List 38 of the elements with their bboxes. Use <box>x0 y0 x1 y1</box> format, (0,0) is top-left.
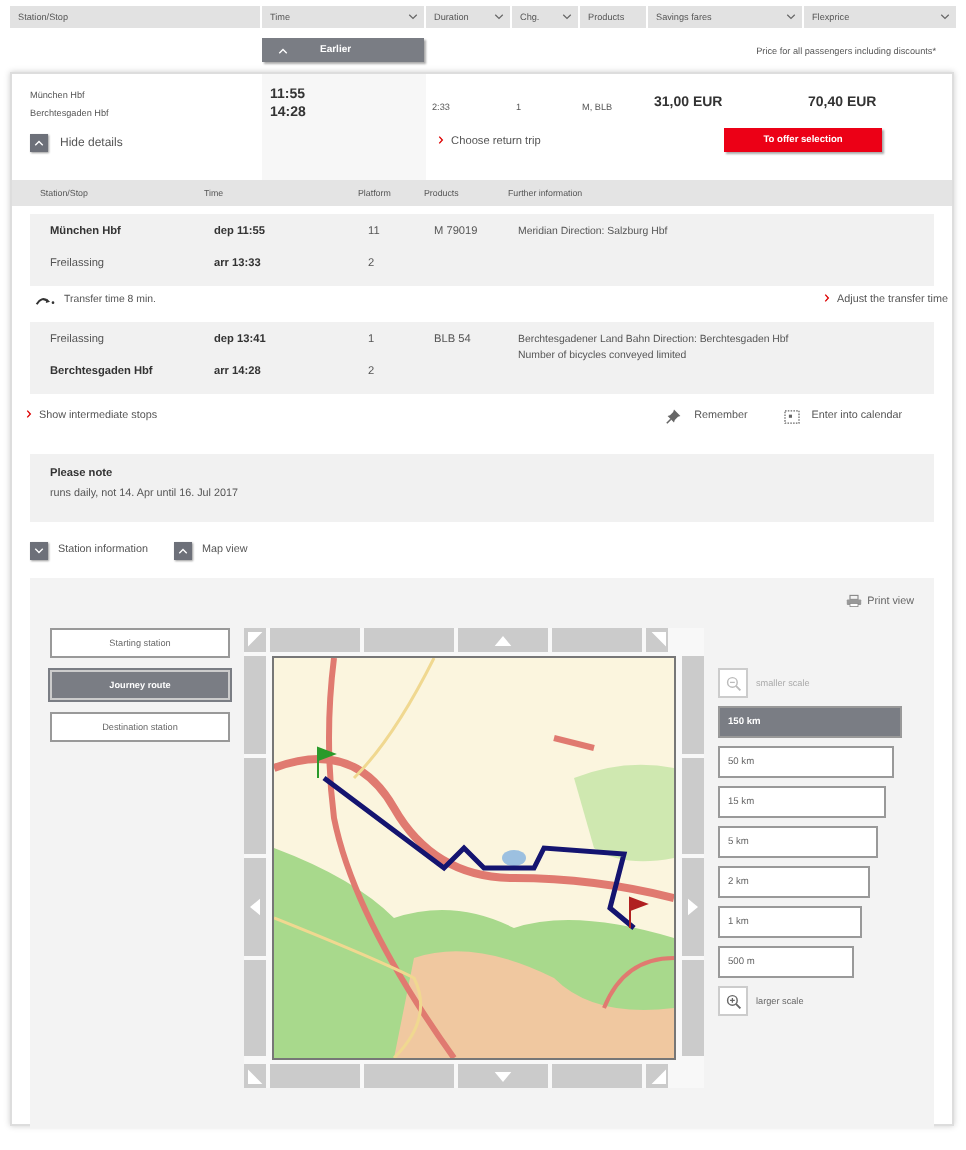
corner-arrow-icon <box>247 632 263 648</box>
arrow-right-icon <box>688 897 698 916</box>
zoom-out-icon <box>725 675 741 691</box>
pan-button[interactable] <box>682 858 704 955</box>
arrow-down-icon <box>494 1071 512 1081</box>
zoom-out-button[interactable] <box>718 668 748 698</box>
pan-button[interactable] <box>270 1064 360 1088</box>
transfer-icon <box>34 295 56 305</box>
pin-icon <box>666 408 683 424</box>
pan-button[interactable] <box>682 656 704 753</box>
pan-button[interactable] <box>552 1064 642 1088</box>
pan-button[interactable] <box>244 959 266 1056</box>
pan-button[interactable] <box>244 628 266 652</box>
pan-button[interactable] <box>270 628 360 652</box>
corner-arrow-icon <box>247 1068 263 1084</box>
pan-button[interactable] <box>552 628 642 652</box>
pan-button[interactable] <box>646 1064 668 1088</box>
pan-button[interactable] <box>244 656 266 753</box>
pan-button[interactable] <box>458 628 548 652</box>
zoom-in-icon <box>725 993 741 1009</box>
chevron-right-icon <box>438 136 444 144</box>
pan-button[interactable] <box>364 628 454 652</box>
pan-button[interactable] <box>458 1064 548 1088</box>
pan-button[interactable] <box>364 1064 454 1088</box>
arrow-left-icon <box>250 897 260 916</box>
printer-icon <box>845 594 862 608</box>
chevron-up-icon <box>278 47 288 53</box>
chevron-right-icon <box>26 410 32 418</box>
zoom-in-button[interactable] <box>718 986 748 1016</box>
pan-button[interactable] <box>646 628 668 652</box>
pan-button[interactable] <box>244 757 266 854</box>
calendar-icon <box>783 409 800 423</box>
chevron-right-icon <box>824 294 831 302</box>
pan-button[interactable] <box>244 858 266 955</box>
pan-button[interactable] <box>682 959 704 1056</box>
pan-button[interactable] <box>682 757 704 854</box>
pan-button[interactable] <box>244 1064 266 1088</box>
arrow-up-icon <box>494 635 512 645</box>
